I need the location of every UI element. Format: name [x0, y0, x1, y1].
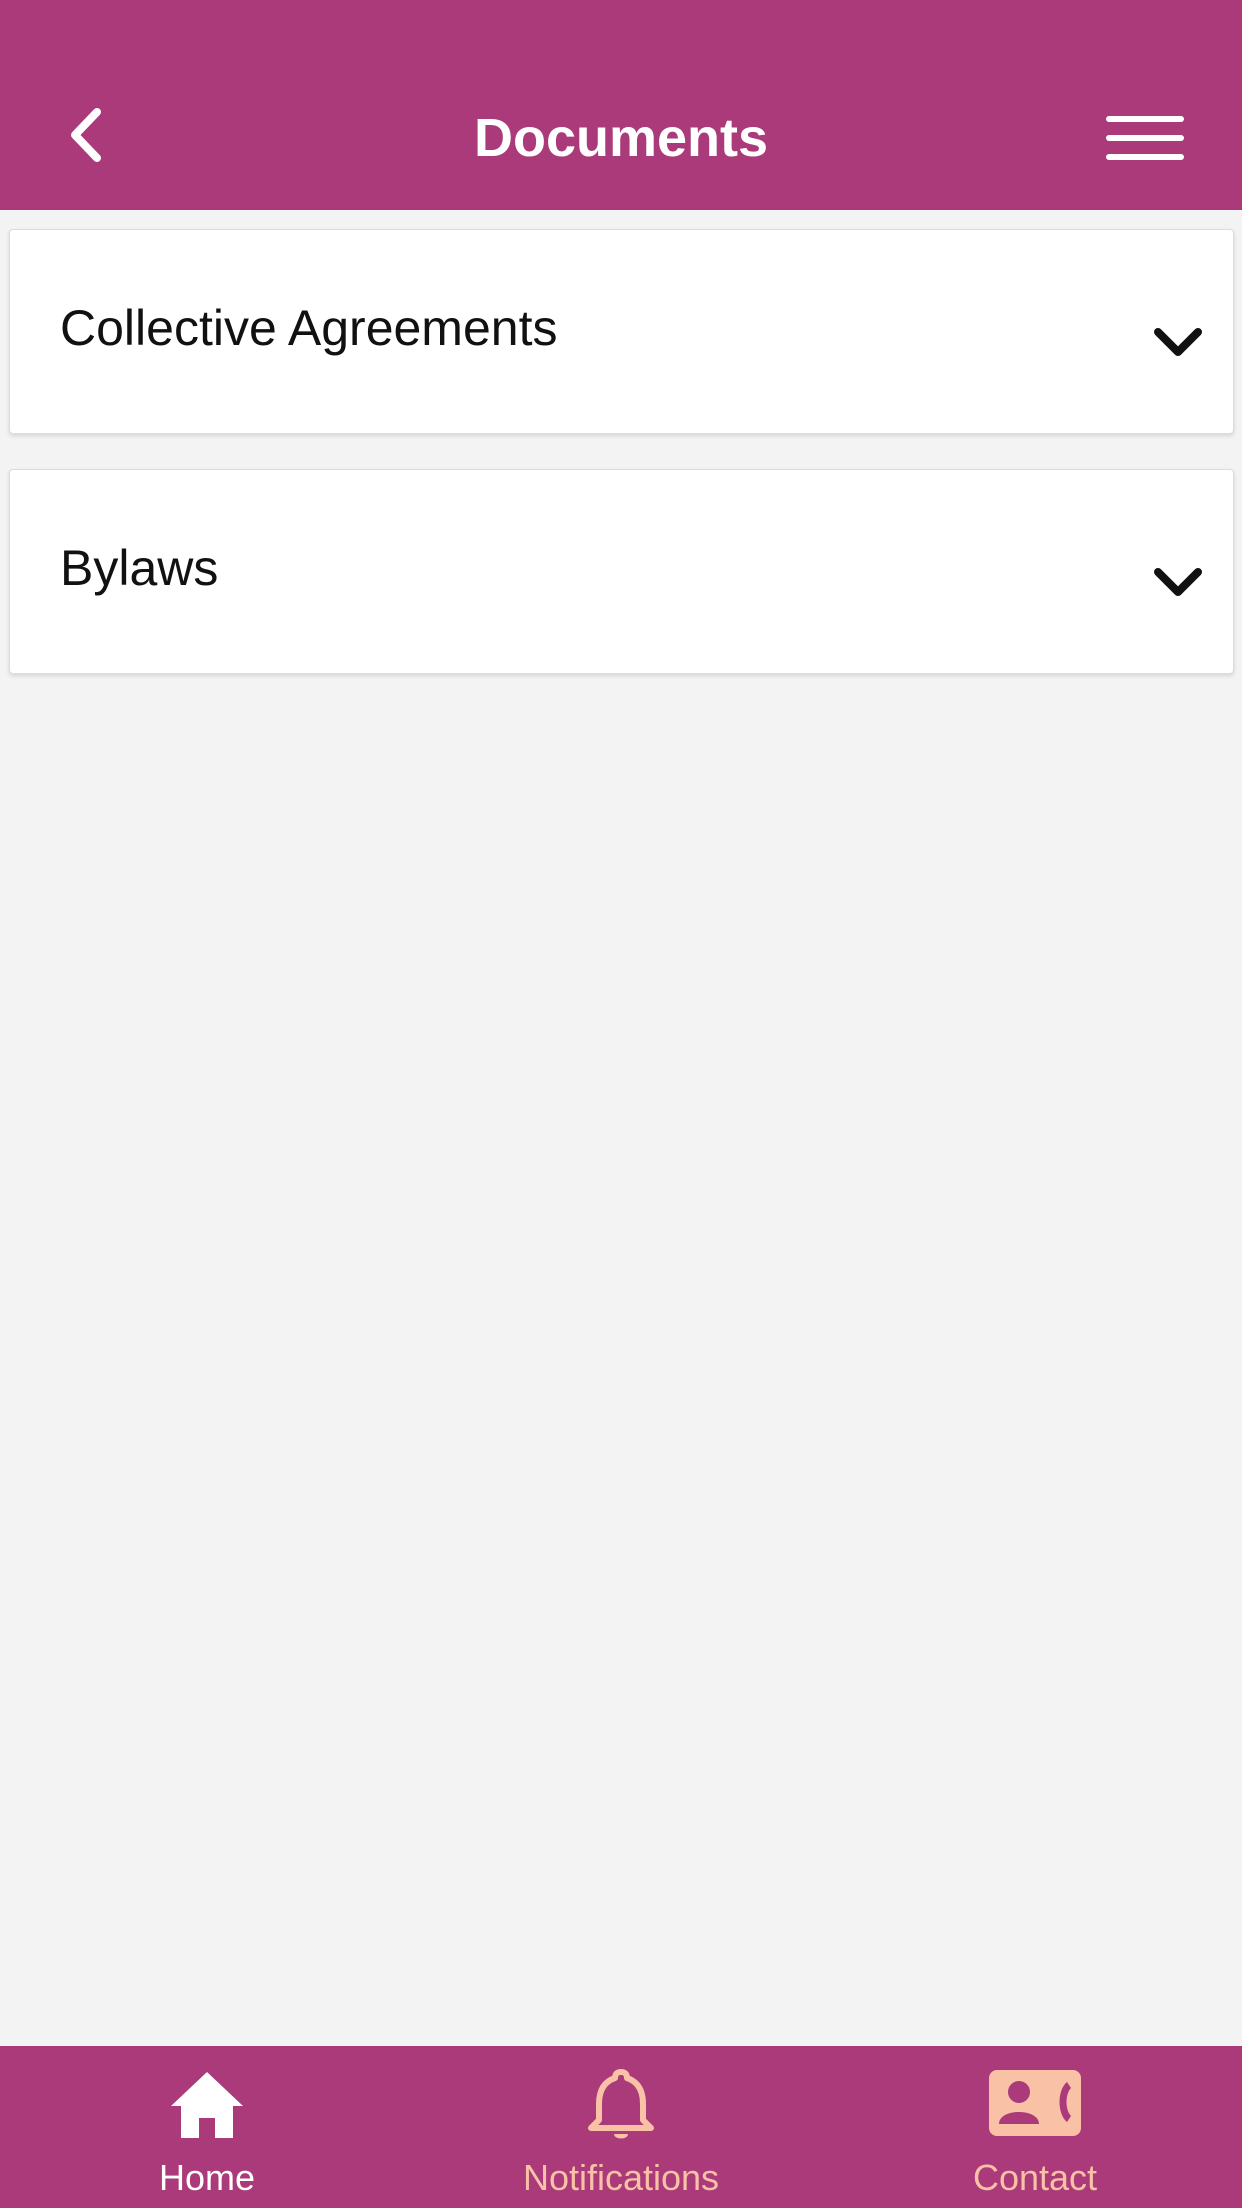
section-bylaws[interactable]: Bylaws [9, 469, 1234, 674]
tab-label: Notifications [522, 2157, 720, 2198]
chevron-down-icon [1154, 568, 1202, 596]
tab-label: Contact [972, 2157, 1098, 2198]
app-header: Documents [0, 0, 1242, 210]
chevron-down-icon [1154, 328, 1202, 356]
bottom-tab-bar: Home Notifications Contact [0, 2046, 1242, 2208]
menu-button[interactable] [1106, 108, 1186, 168]
section-label: Bylaws [60, 540, 219, 596]
bell-icon [588, 2069, 654, 2139]
tab-contact[interactable]: Contact [828, 2046, 1242, 2208]
page-title: Documents [473, 108, 769, 168]
tab-label: Home [158, 2157, 256, 2198]
tab-notifications[interactable]: Notifications [414, 2046, 828, 2208]
section-collective-agreements[interactable]: Collective Agreements [9, 229, 1234, 434]
contact-card-icon [989, 2070, 1081, 2136]
section-label: Collective Agreements [60, 300, 558, 356]
home-icon [171, 2072, 243, 2138]
hamburger-menu-icon [1106, 116, 1184, 122]
tab-home[interactable]: Home [0, 2046, 414, 2208]
